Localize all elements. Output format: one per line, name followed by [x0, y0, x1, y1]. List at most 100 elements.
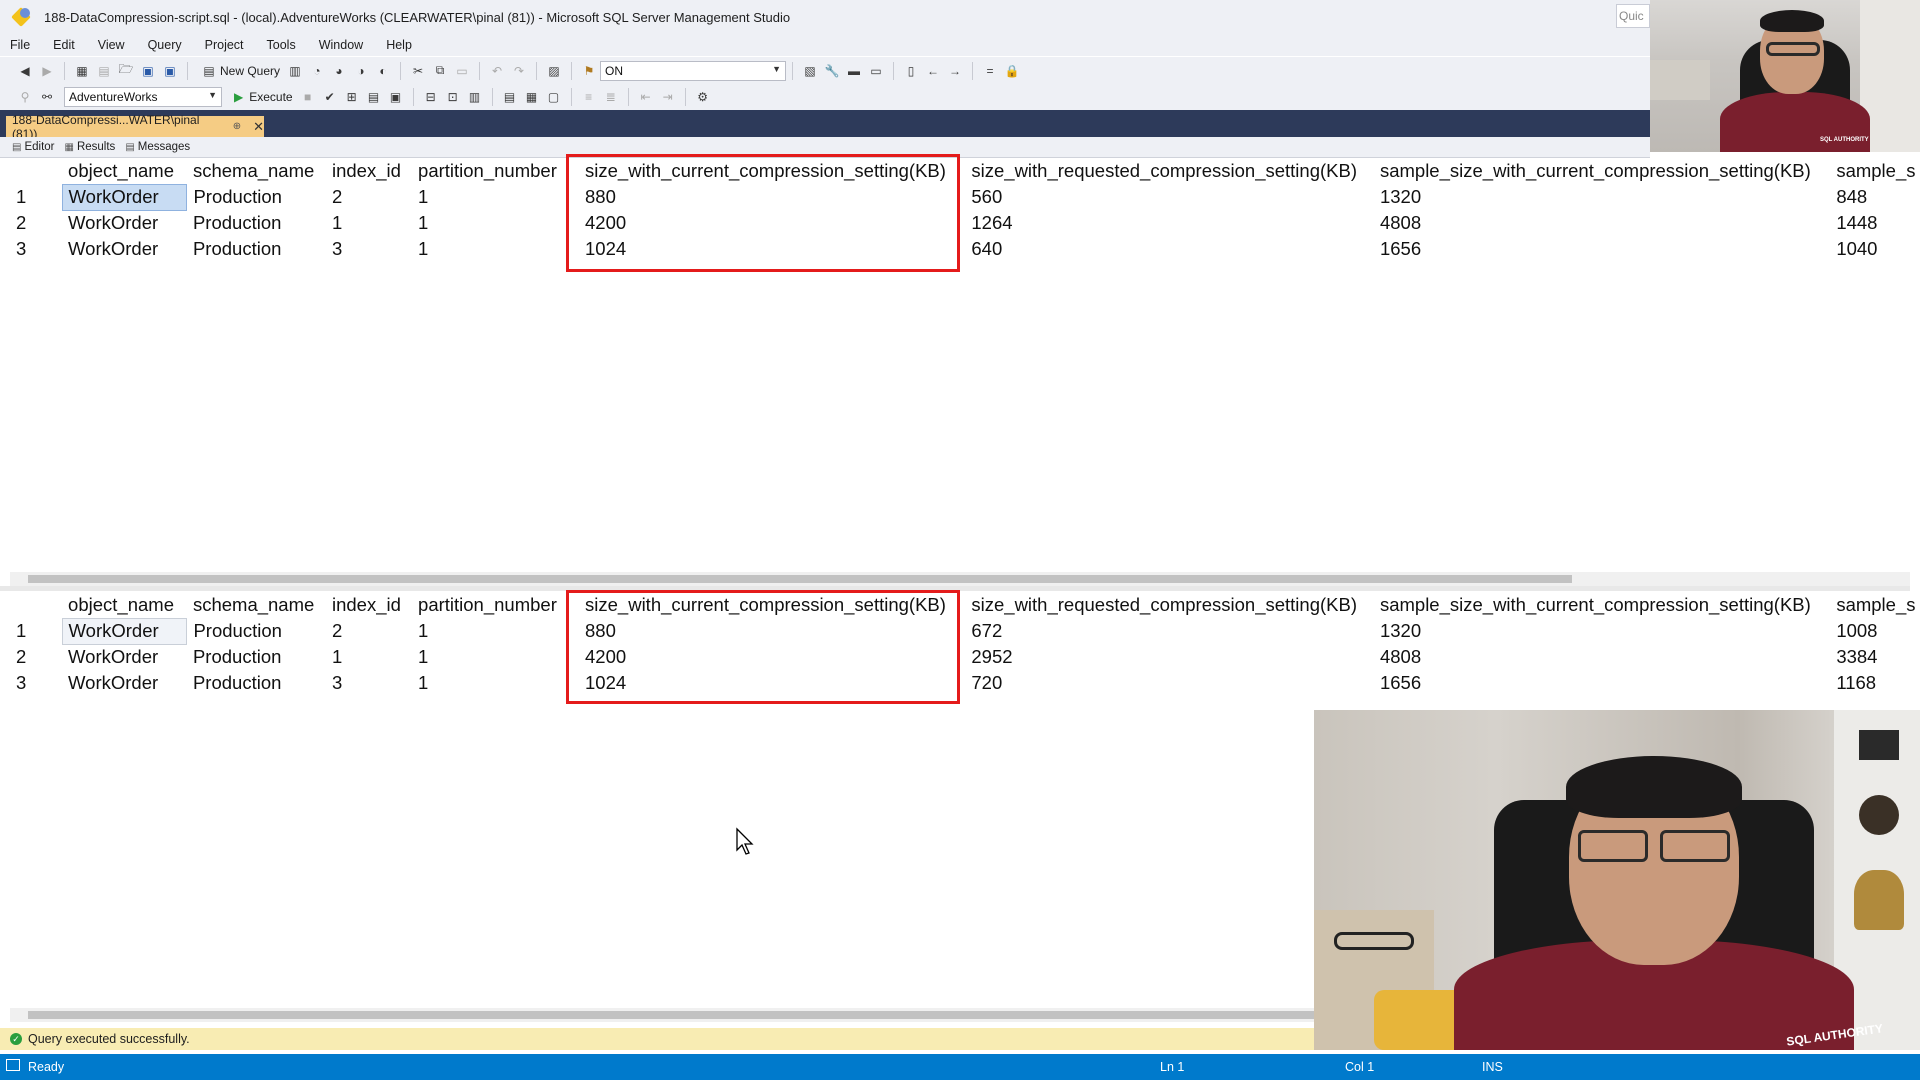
table-cell[interactable]: Production: [187, 236, 326, 262]
execute-button[interactable]: ▶ Execute: [234, 90, 293, 104]
table-cell[interactable]: 1656: [1374, 670, 1830, 696]
row-number[interactable]: 3: [10, 670, 62, 696]
solution-config-select[interactable]: ON ▼: [600, 60, 787, 81]
column-header[interactable]: partition_number: [412, 158, 570, 184]
menu-query[interactable]: Query: [148, 38, 182, 52]
xmla-query-icon[interactable]: ◐: [374, 62, 392, 80]
parse-checkmark-icon[interactable]: ✔: [321, 88, 339, 106]
table-cell[interactable]: 1: [326, 644, 412, 670]
row-number[interactable]: 1: [10, 184, 62, 210]
table-cell[interactable]: 1: [412, 210, 569, 236]
row-number[interactable]: 3: [10, 236, 62, 262]
output-window-icon[interactable]: ▭: [867, 62, 885, 80]
table-cell[interactable]: 1264: [965, 210, 1374, 236]
table-cell[interactable]: 1168: [1830, 670, 1920, 696]
column-header[interactable]: partition_number: [412, 592, 570, 618]
table-cell[interactable]: WorkOrder: [61, 183, 188, 211]
cut-icon[interactable]: ✂: [409, 62, 427, 80]
specify-template-values-icon[interactable]: ⚙: [694, 88, 712, 106]
menu-edit[interactable]: Edit: [53, 38, 75, 52]
disconnect-icon[interactable]: ⚯: [38, 88, 56, 106]
properties-icon[interactable]: ▧: [801, 62, 819, 80]
table-row[interactable]: 3 WorkOrder Production 3 1 1024 640 1656…: [10, 236, 1920, 262]
close-icon[interactable]: ✕: [253, 119, 264, 135]
table-cell[interactable]: 848: [1830, 184, 1920, 210]
toolbox-icon[interactable]: ▬: [845, 62, 863, 80]
back-icon[interactable]: ◀: [16, 62, 34, 80]
table-cell[interactable]: 1656: [1374, 236, 1830, 262]
open-file-icon[interactable]: 🗁: [117, 62, 135, 80]
undo-icon[interactable]: ↶: [488, 62, 506, 80]
client-statistics-icon[interactable]: ▥: [466, 88, 484, 106]
display-estimated-plan-icon[interactable]: ⊞: [343, 88, 361, 106]
navigate-back-icon[interactable]: ←: [924, 62, 942, 80]
table-cell[interactable]: 1008: [1830, 618, 1920, 644]
table-cell[interactable]: Production: [187, 644, 326, 670]
table-cell[interactable]: 1320: [1374, 184, 1830, 210]
save-icon[interactable]: ▣: [139, 62, 157, 80]
comment-lines-icon[interactable]: ≡: [580, 88, 598, 106]
table-row[interactable]: 2 WorkOrder Production 1 1 4200 2952 480…: [10, 644, 1920, 670]
table-cell[interactable]: WorkOrder: [61, 617, 188, 645]
scrollbar-thumb[interactable]: [28, 575, 1572, 583]
table-cell[interactable]: Production: [187, 184, 326, 210]
dmx-query-icon[interactable]: ◑: [352, 62, 370, 80]
table-cell[interactable]: 720: [965, 670, 1374, 696]
save-all-icon[interactable]: ▣: [161, 62, 179, 80]
table-cell[interactable]: 4808: [1374, 644, 1830, 670]
table-cell[interactable]: 3384: [1830, 644, 1920, 670]
menu-view[interactable]: View: [98, 38, 125, 52]
scrollbar-thumb[interactable]: [28, 1011, 1328, 1019]
column-header[interactable]: index_id: [325, 158, 413, 184]
analysis-query-icon[interactable]: ◔: [308, 62, 326, 80]
table-row[interactable]: 1 WorkOrder Production 2 1 880 560 1320 …: [10, 183, 1920, 211]
column-header[interactable]: size_with_requested_compression_setting(…: [965, 158, 1374, 184]
table-cell[interactable]: WorkOrder: [62, 644, 187, 670]
increase-indent-icon[interactable]: ⇥: [659, 88, 677, 106]
connect-icon[interactable]: ⚲: [16, 88, 34, 106]
column-header[interactable]: object_name: [62, 592, 187, 618]
results-to-text-icon[interactable]: ▤: [501, 88, 519, 106]
column-header[interactable]: object_name: [62, 158, 187, 184]
redo-icon[interactable]: ↷: [510, 62, 528, 80]
table-cell[interactable]: 1448: [1830, 210, 1920, 236]
decrease-indent-icon[interactable]: ⇤: [637, 88, 655, 106]
table-cell[interactable]: 1: [412, 184, 569, 210]
comment-icon[interactable]: =: [981, 62, 999, 80]
table-cell[interactable]: WorkOrder: [62, 236, 187, 262]
database-select[interactable]: AdventureWorks ▼: [64, 87, 222, 107]
table-cell[interactable]: Production: [187, 670, 326, 696]
table-cell[interactable]: 640: [965, 236, 1374, 262]
table-cell[interactable]: WorkOrder: [62, 210, 187, 236]
table-cell[interactable]: 3: [326, 236, 412, 262]
table-cell[interactable]: Production: [187, 618, 326, 644]
cancel-query-icon[interactable]: ■: [299, 88, 317, 106]
results-to-file-icon[interactable]: ▢: [545, 88, 563, 106]
table-cell[interactable]: 1: [412, 644, 569, 670]
column-header[interactable]: schema_name: [186, 592, 326, 618]
table-cell[interactable]: 560: [965, 184, 1374, 210]
results-to-grid-icon[interactable]: ▦: [523, 88, 541, 106]
copy-icon[interactable]: ⧉: [431, 62, 449, 80]
column-header[interactable]: sample_s: [1830, 592, 1920, 618]
column-header[interactable]: index_id: [325, 592, 413, 618]
query-options-icon[interactable]: ▤: [365, 88, 383, 106]
table-row[interactable]: 1 WorkOrder Production 2 1 880 672 1320 …: [10, 617, 1920, 645]
uncomment-lines-icon[interactable]: ≣: [602, 88, 620, 106]
row-number[interactable]: 1: [10, 618, 62, 644]
table-cell[interactable]: 1320: [1374, 618, 1830, 644]
table-cell[interactable]: 4808: [1374, 210, 1830, 236]
table-cell[interactable]: 1040: [1830, 236, 1920, 262]
table-cell[interactable]: 1: [412, 618, 569, 644]
menu-tools[interactable]: Tools: [267, 38, 296, 52]
table-cell[interactable]: 2952: [965, 644, 1374, 670]
column-header[interactable]: schema_name: [186, 158, 326, 184]
document-tab[interactable]: 188-DataCompressi...WATER\pinal (81)) ⊕ …: [6, 113, 264, 141]
mdx-query-icon[interactable]: ◕: [330, 62, 348, 80]
table-cell[interactable]: 1: [326, 210, 412, 236]
table-row[interactable]: 3 WorkOrder Production 3 1 1024 720 1656…: [10, 670, 1920, 696]
column-header[interactable]: sample_s: [1830, 158, 1920, 184]
tab-results[interactable]: ▦ Results: [65, 141, 116, 153]
lock-icon[interactable]: 🔒: [1003, 62, 1021, 80]
find-icon[interactable]: ⚑: [580, 62, 598, 80]
